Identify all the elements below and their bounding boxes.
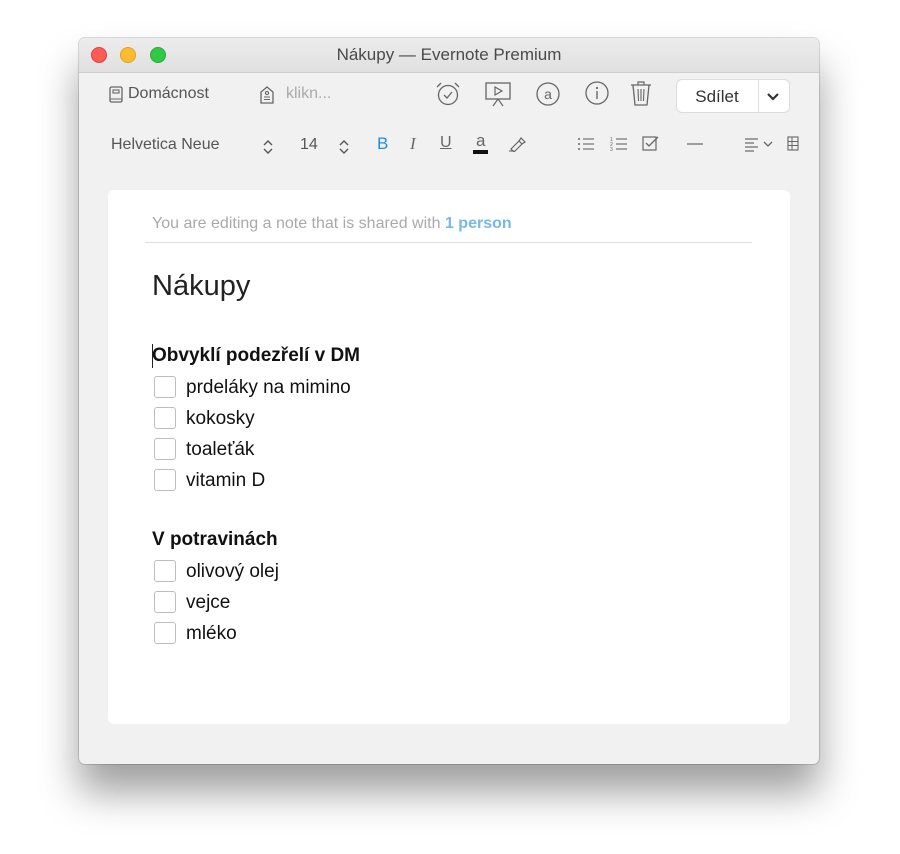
text-color-button[interactable]: a bbox=[473, 131, 489, 157]
italic-button[interactable]: I bbox=[410, 134, 416, 154]
item-text: mléko bbox=[186, 623, 237, 644]
title-bar: Nákupy — Evernote Premium bbox=[79, 38, 819, 73]
share-button-divider bbox=[758, 80, 759, 112]
tag-input[interactable]: klikn... bbox=[286, 85, 331, 103]
checkbox-insert-icon[interactable] bbox=[642, 135, 660, 152]
checkbox[interactable] bbox=[154, 407, 176, 429]
checkbox[interactable] bbox=[154, 376, 176, 398]
highlighter-icon[interactable] bbox=[508, 136, 526, 152]
text-color-label: a bbox=[476, 131, 486, 150]
note-title[interactable]: Nákupy bbox=[152, 270, 250, 303]
bullet-list-icon[interactable] bbox=[577, 136, 595, 152]
note-editor[interactable]: You are editing a note that is shared wi… bbox=[108, 190, 790, 724]
presentation-icon[interactable] bbox=[484, 81, 512, 107]
horizontal-rule-icon[interactable] bbox=[686, 142, 704, 146]
divider bbox=[145, 242, 752, 243]
bold-button[interactable]: B bbox=[377, 134, 388, 154]
window-title: Nákupy — Evernote Premium bbox=[336, 45, 562, 64]
trash-icon[interactable] bbox=[630, 80, 652, 107]
font-family-stepper-icon[interactable] bbox=[263, 138, 273, 156]
item-text: toaleťák bbox=[186, 439, 255, 460]
item-text: prdeláky na mimino bbox=[186, 377, 351, 398]
font-size-stepper-icon[interactable] bbox=[339, 138, 349, 156]
underline-button[interactable]: U bbox=[440, 134, 452, 152]
item-text: olivový olej bbox=[186, 561, 279, 582]
align-left-icon[interactable] bbox=[744, 136, 776, 152]
table-icon[interactable] bbox=[787, 135, 799, 152]
item-text: kokosky bbox=[186, 408, 255, 429]
svg-text:a: a bbox=[544, 86, 552, 102]
notebook-selector[interactable]: Domácnost bbox=[107, 84, 227, 108]
item-text: vejce bbox=[186, 592, 231, 613]
svg-text:3: 3 bbox=[610, 147, 613, 152]
checkbox[interactable] bbox=[154, 560, 176, 582]
checkbox[interactable] bbox=[154, 438, 176, 460]
toolbar: Domácnost klikn... a Sdílet Helvetica Ne… bbox=[79, 73, 819, 193]
tag-field[interactable]: klikn... bbox=[259, 84, 379, 108]
app-window: Nákupy — Evernote Premium Domácnost klik… bbox=[79, 38, 819, 764]
at-sign-icon[interactable]: a bbox=[535, 81, 561, 107]
section-heading: Obvyklí podezřelí v DM bbox=[152, 345, 360, 366]
numbered-list-icon[interactable]: 1 2 3 bbox=[610, 135, 628, 152]
notebook-icon bbox=[109, 86, 123, 103]
chevron-down-icon[interactable] bbox=[765, 88, 781, 104]
checkbox[interactable] bbox=[154, 469, 176, 491]
text-color-swatch bbox=[473, 150, 488, 154]
info-icon[interactable] bbox=[584, 80, 610, 106]
share-button-label: Sdílet bbox=[695, 87, 739, 106]
checkbox[interactable] bbox=[154, 591, 176, 613]
tag-icon bbox=[260, 86, 274, 104]
share-button[interactable]: Sdílet bbox=[677, 80, 789, 112]
item-text: vitamin D bbox=[186, 470, 266, 491]
alarm-clock-icon[interactable] bbox=[435, 81, 461, 107]
shared-notice: You are editing a note that is shared wi… bbox=[152, 215, 512, 233]
checkbox[interactable] bbox=[154, 622, 176, 644]
font-family-select[interactable]: Helvetica Neue bbox=[111, 136, 220, 154]
shared-notice-text: You are editing a note that is shared wi… bbox=[152, 215, 441, 232]
shared-people-link[interactable]: 1 person bbox=[445, 215, 512, 232]
font-size-select[interactable]: 14 bbox=[300, 136, 318, 154]
section-heading: V potravinách bbox=[152, 529, 278, 550]
notebook-name: Domácnost bbox=[128, 85, 209, 102]
